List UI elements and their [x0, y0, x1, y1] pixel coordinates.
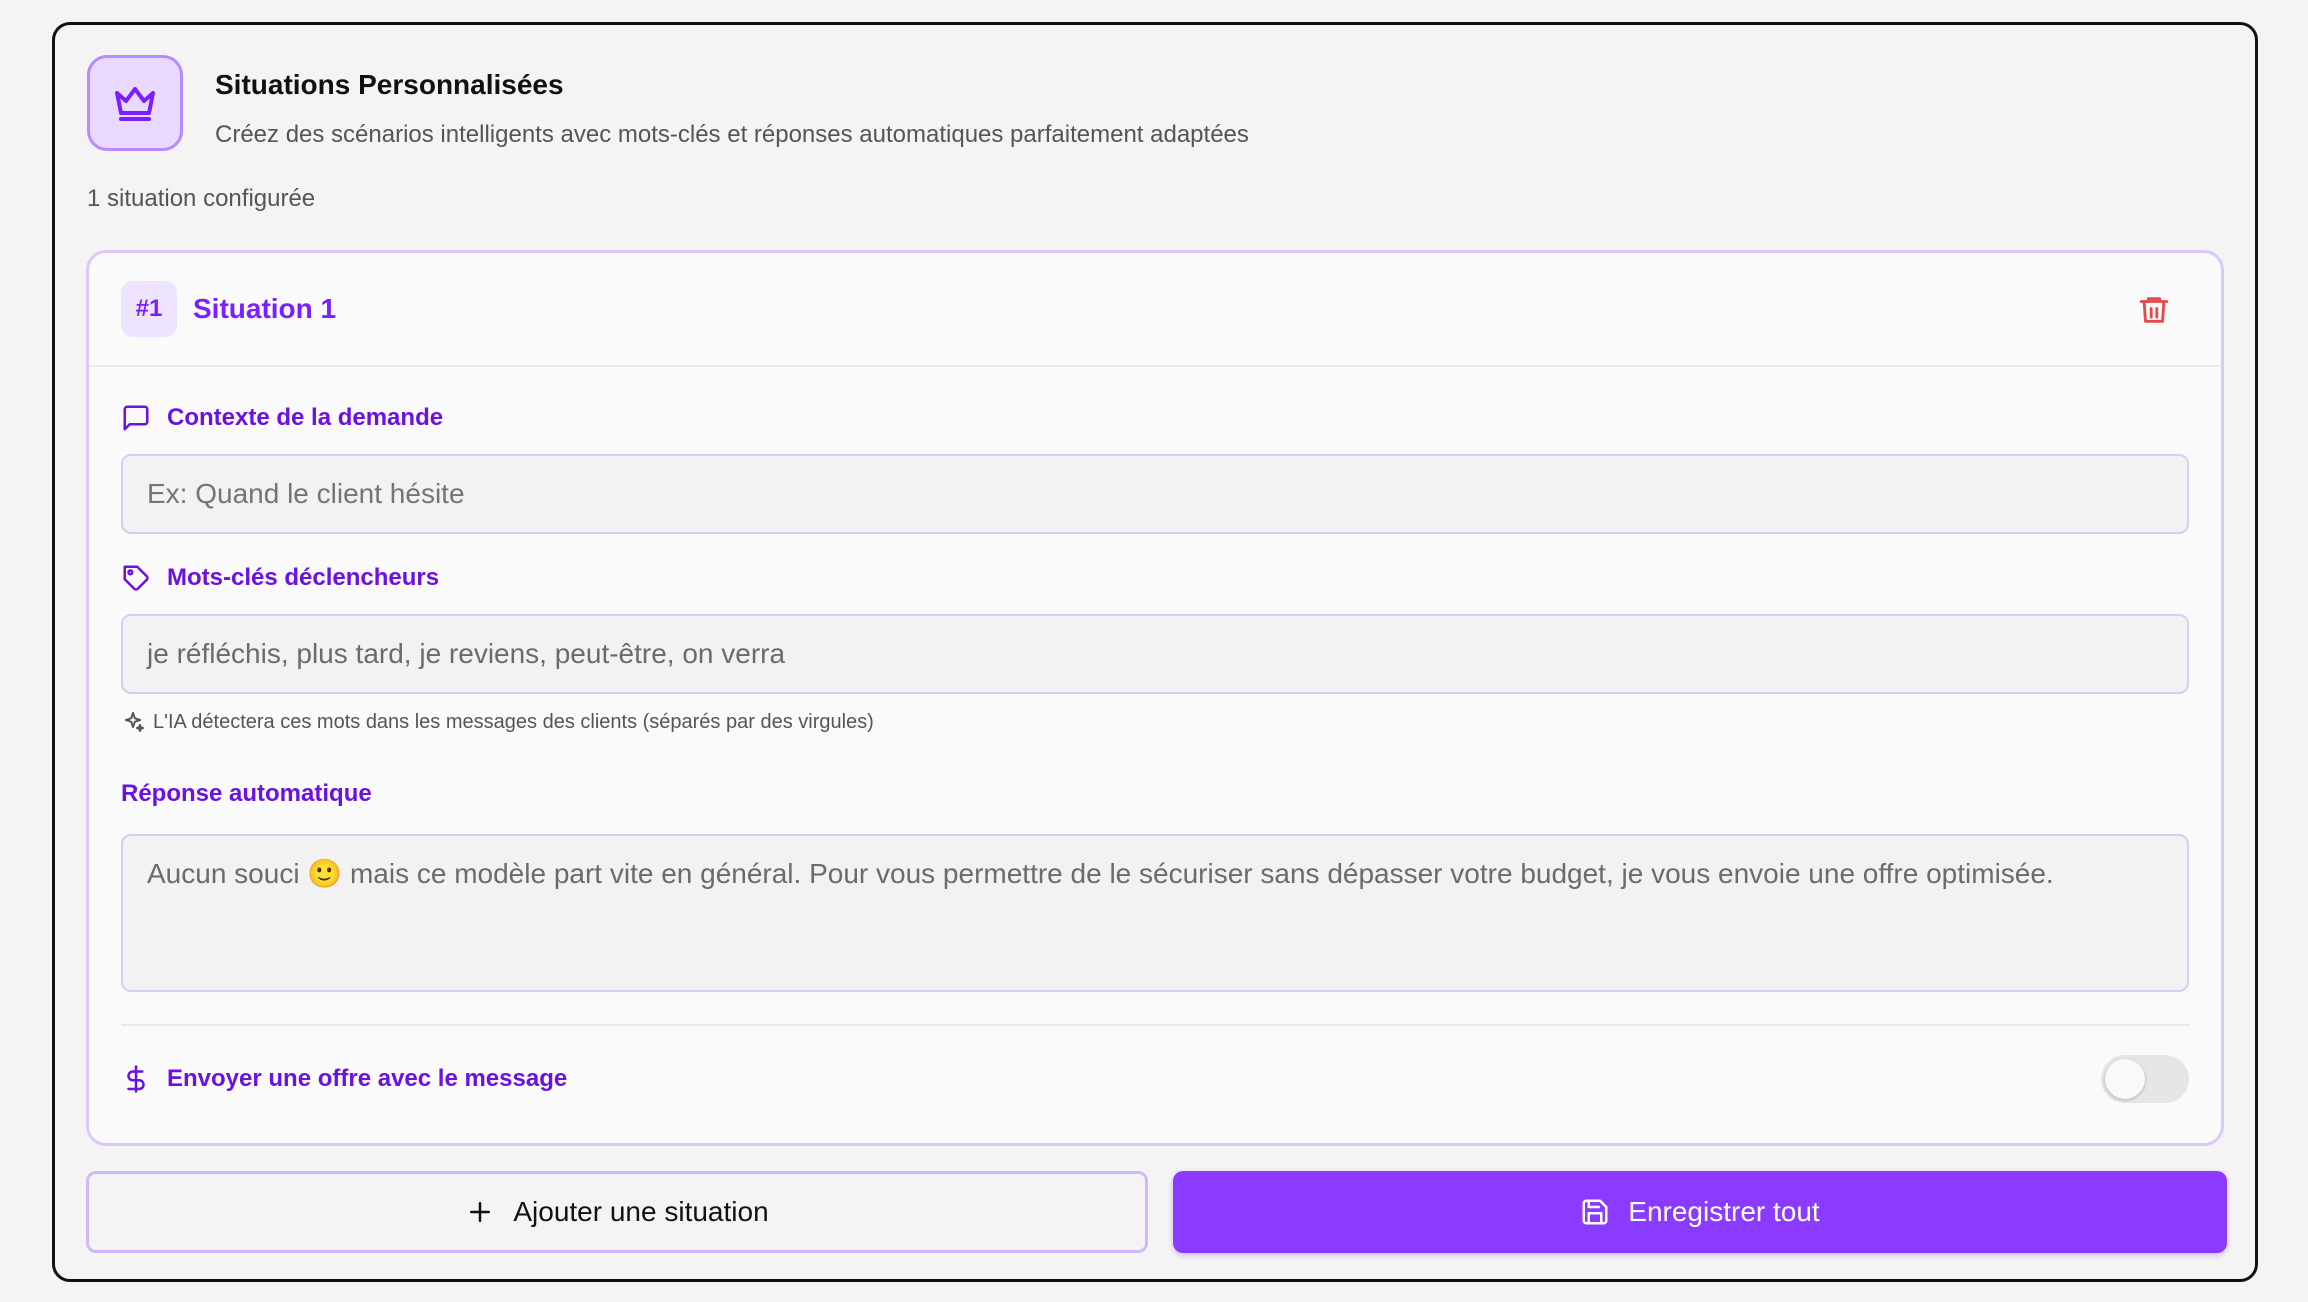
situation-number-badge: #1 [121, 281, 177, 337]
panel-header: Situations Personnalisées Créez des scén… [87, 55, 1249, 151]
keywords-input[interactable]: je réfléchis, plus tard, je reviens, peu… [121, 614, 2189, 694]
keywords-hint: L'IA détectera ces mots dans les message… [121, 710, 874, 734]
keywords-label: Mots-clés déclencheurs [167, 564, 440, 591]
page-title: Situations Personnalisées [215, 69, 564, 100]
offer-toggle[interactable] [2101, 1055, 2189, 1103]
add-situation-button[interactable]: Ajouter une situation [86, 1171, 1148, 1253]
situation-card: #1 Situation 1 Contexte de la demande Ex… [86, 250, 2224, 1146]
offer-label-row: Envoyer une offre avec le message [121, 1055, 567, 1103]
reply-label: Réponse automatique [121, 780, 372, 807]
tag-icon [121, 563, 151, 593]
offer-label: Envoyer une offre avec le message [167, 1065, 568, 1092]
context-label-row: Contexte de la demande [121, 403, 443, 433]
context-label: Contexte de la demande [167, 404, 444, 431]
context-input[interactable] [121, 454, 2189, 534]
situation-title: Situation 1 [193, 293, 337, 324]
dollar-sign-icon [121, 1064, 151, 1094]
situations-panel: Situations Personnalisées Créez des scén… [52, 22, 2258, 1282]
trash-icon[interactable] [2137, 293, 2171, 327]
save-all-button[interactable]: Enregistrer tout [1173, 1171, 2227, 1253]
save-all-label: Enregistrer tout [1628, 1196, 1820, 1227]
situation-count: 1 situation configurée [87, 185, 316, 212]
plus-icon [465, 1197, 495, 1227]
save-icon [1580, 1197, 1610, 1227]
sparkles-icon [121, 710, 145, 734]
keywords-label-row: Mots-clés déclencheurs [121, 563, 439, 593]
toggle-knob [2105, 1059, 2145, 1099]
add-situation-label: Ajouter une situation [513, 1196, 769, 1227]
page-subtitle: Créez des scénarios intelligents avec mo… [215, 121, 1249, 148]
reply-textarea[interactable]: Aucun souci 🙂 mais ce modèle part vite e… [121, 834, 2189, 992]
crown-icon [87, 55, 183, 151]
situation-card-header: #1 Situation 1 [89, 253, 2221, 367]
message-square-icon [121, 403, 151, 433]
keywords-hint-text: L'IA détectera ces mots dans les message… [153, 710, 874, 733]
divider [121, 1024, 2189, 1026]
